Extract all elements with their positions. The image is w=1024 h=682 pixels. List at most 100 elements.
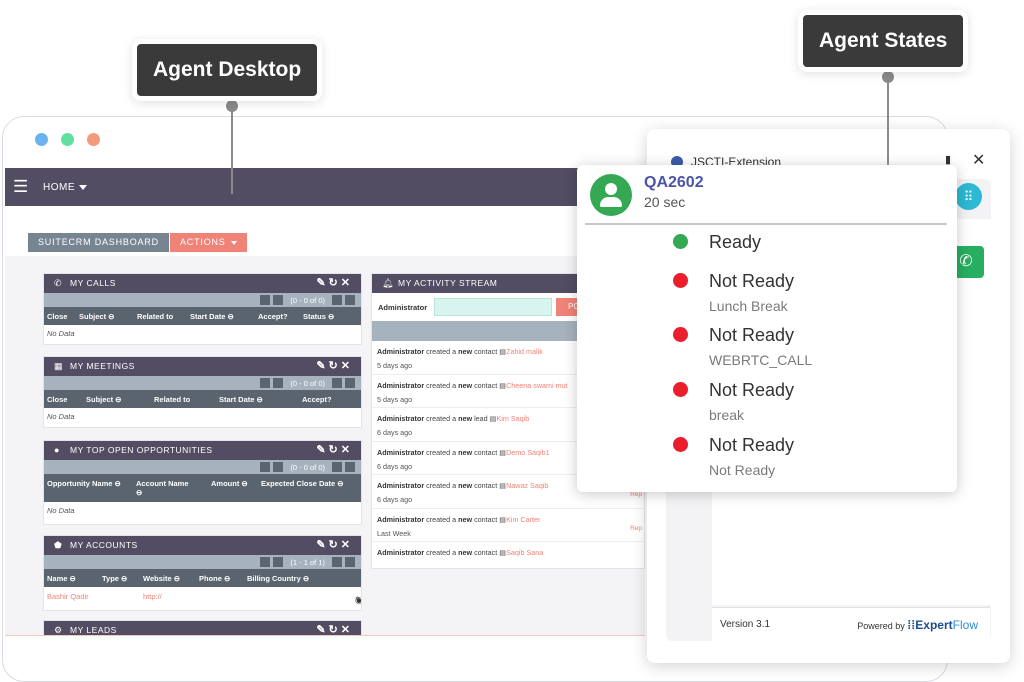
stream-target-link[interactable]: Kim Carter xyxy=(506,515,540,524)
pager: (0 - 0 of 0) xyxy=(44,293,361,307)
dashlet-title: MY CALLS xyxy=(70,278,116,288)
dashlet-tools[interactable]: ✎↻✕ xyxy=(316,357,353,376)
column-header[interactable]: Close xyxy=(47,312,67,321)
state-label: Not Ready xyxy=(709,380,795,400)
column-header[interactable]: Accept? xyxy=(302,395,332,404)
next-page-button[interactable] xyxy=(332,295,342,305)
agent-state-option[interactable]: Not Ready Lunch Break xyxy=(577,271,957,321)
last-page-button[interactable] xyxy=(345,378,355,388)
agent-state-option[interactable]: Not Ready Not Ready xyxy=(577,435,957,485)
dialpad-icon[interactable]: ⠿ xyxy=(955,183,982,210)
column-header[interactable]: Amount ⊖ xyxy=(211,479,251,488)
column-header-row: Close Subject ⊖ Related to Start Date ⊖ … xyxy=(44,307,361,325)
column-header[interactable]: Close xyxy=(47,395,67,404)
actions-button[interactable]: ACTIONS xyxy=(170,233,247,252)
next-page-button[interactable] xyxy=(332,462,342,472)
stream-actor[interactable]: Administrator xyxy=(377,347,424,356)
stream-target-link[interactable]: Kim Saqib xyxy=(496,414,529,423)
agent-state-option[interactable]: Not Ready WEBRTC_CALL xyxy=(577,325,957,375)
column-header[interactable]: Billing Country ⊖ xyxy=(247,574,309,583)
pager-count: (0 - 0 of 0) xyxy=(290,378,325,388)
window-dot-orange xyxy=(87,133,100,146)
stream-type: lead xyxy=(474,414,488,423)
powered-by: Powered by ⁞⁞ExpertFlow xyxy=(857,618,978,632)
pager: (0 - 0 of 0) xyxy=(44,376,361,390)
column-header[interactable]: Opportunity Name ⊖ xyxy=(47,479,127,488)
divider xyxy=(585,223,947,225)
stream-actor[interactable]: Administrator xyxy=(377,515,424,524)
expertflow-logo: ⁞⁞ExpertFlow xyxy=(907,618,978,632)
column-header[interactable]: Subject ⊖ xyxy=(86,395,121,404)
column-header[interactable]: Subject ⊖ xyxy=(79,312,114,321)
dashlet-tools[interactable]: ✎↻✕ xyxy=(316,621,353,635)
column-header[interactable]: Website ⊖ xyxy=(143,574,180,583)
last-page-button[interactable] xyxy=(345,557,355,567)
stream-target-link[interactable]: Demo Saqib1 xyxy=(506,448,550,457)
column-header[interactable]: Related to xyxy=(137,312,173,321)
dashlet-tools[interactable]: ✎↻✕ xyxy=(316,536,353,555)
view-eye-icon[interactable]: ◉ xyxy=(355,595,361,606)
dashlet-tools[interactable]: ✎↻✕ xyxy=(316,441,353,460)
close-icon[interactable]: ✕ xyxy=(972,150,985,170)
column-header[interactable]: Phone ⊖ xyxy=(199,574,230,583)
state-label: Not Ready xyxy=(709,271,795,291)
callout-pointer-line xyxy=(231,98,233,194)
stream-actor[interactable]: Administrator xyxy=(377,448,424,457)
empty-message: No Data xyxy=(47,506,75,515)
stream-target-link[interactable]: Zahid malik xyxy=(506,347,543,356)
first-page-button[interactable] xyxy=(260,378,271,388)
version-label: Version 3.1 xyxy=(720,619,771,630)
stream-target-link[interactable]: Nawaz Saqib xyxy=(506,481,548,490)
reply-link[interactable]: Rep xyxy=(630,525,642,532)
pager: (1 - 1 of 1) xyxy=(44,555,361,569)
column-header[interactable]: Related to xyxy=(154,395,190,404)
state-status-dot xyxy=(673,273,688,288)
home-menu[interactable]: HOME xyxy=(43,182,87,193)
prev-page-button[interactable] xyxy=(273,295,284,305)
next-page-button[interactable] xyxy=(332,378,342,388)
dashlet-my-meetings: ▦ MY MEETINGS ✎↻✕ (0 - 0 of 0) Close Subje… xyxy=(43,356,362,428)
tab-suitecrm-dashboard[interactable]: SUITECRM DASHBOARD xyxy=(28,233,169,252)
stream-actor[interactable]: Administrator xyxy=(377,414,424,423)
column-header[interactable]: Start Date ⊖ xyxy=(190,312,234,321)
stream-target-link[interactable]: Cheena swami mut xyxy=(506,381,568,390)
column-header[interactable]: Name ⊖ xyxy=(47,574,76,583)
last-page-button[interactable] xyxy=(345,462,355,472)
account-website-link[interactable]: http:// xyxy=(143,592,162,601)
hamburger-menu-icon[interactable]: ☰ xyxy=(13,178,28,195)
next-page-button[interactable] xyxy=(332,557,342,567)
column-header[interactable]: Status ⊖ xyxy=(303,312,334,321)
prev-page-button[interactable] xyxy=(273,378,284,388)
agent-states-callout: Agent States xyxy=(803,15,964,67)
pager-count: (0 - 0 of 0) xyxy=(290,462,325,472)
column-header[interactable]: Accept? xyxy=(258,312,288,321)
column-header[interactable]: Start Date ⊖ xyxy=(219,395,263,404)
column-header[interactable]: Type ⊖ xyxy=(102,574,127,583)
column-header[interactable]: Expected Close Date ⊖ xyxy=(261,479,351,488)
reply-link[interactable]: Rep xyxy=(630,491,642,498)
first-page-button[interactable] xyxy=(260,462,271,472)
account-name-link[interactable]: Bashir Qadir xyxy=(47,592,89,601)
first-page-button[interactable] xyxy=(260,557,271,567)
callout-pointer-dot xyxy=(882,71,894,83)
last-page-button[interactable] xyxy=(345,295,355,305)
stream-target-link[interactable]: Saqib Sana xyxy=(506,548,543,557)
state-reason: break xyxy=(709,407,745,423)
dashlet-tools[interactable]: ✎↻✕ xyxy=(316,274,353,293)
dashlet-title: MY TOP OPEN OPPORTUNITIES xyxy=(70,445,213,455)
prev-page-button[interactable] xyxy=(273,462,284,472)
stream-post-input[interactable] xyxy=(434,298,552,316)
stream-verb: created a xyxy=(426,347,457,356)
first-page-button[interactable] xyxy=(260,295,271,305)
agent-states-popup: QA2602 20 sec Ready Not Ready Lunch Break N… xyxy=(577,165,957,492)
dashlet-my-opportunities: ● MY TOP OPEN OPPORTUNITIES ✎↻✕ (0 - 0 of … xyxy=(43,440,362,525)
stream-actor[interactable]: Administrator xyxy=(377,548,424,557)
column-header[interactable]: Account Name ⊖ xyxy=(136,479,196,497)
stream-actor[interactable]: Administrator xyxy=(377,481,424,490)
extension-footer: Version 3.1 Powered by ⁞⁞ExpertFlow xyxy=(712,607,990,641)
agent-state-option[interactable]: Not Ready break xyxy=(577,380,957,430)
stream-actor[interactable]: Administrator xyxy=(377,381,424,390)
agent-desktop-callout: Agent Desktop xyxy=(137,44,318,96)
list-item: Administrator created a new contact ▤Kim… xyxy=(372,509,644,542)
prev-page-button[interactable] xyxy=(273,557,284,567)
